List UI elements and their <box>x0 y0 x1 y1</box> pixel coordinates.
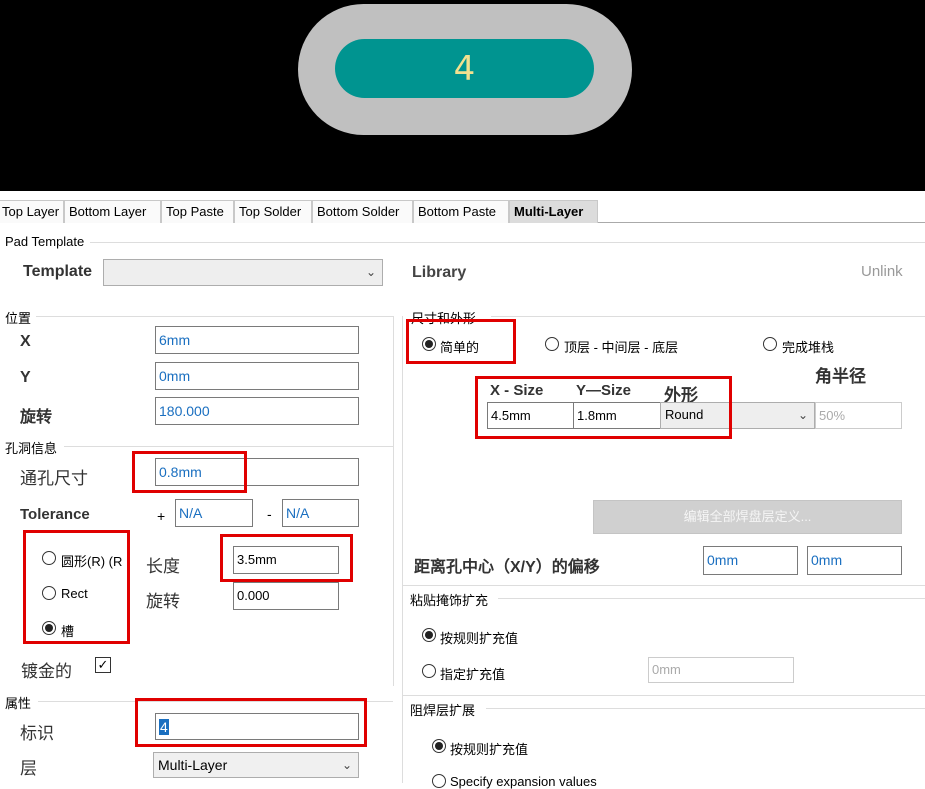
layer-tab-bar: Top Layer Bottom Layer Top Paste Top Sol… <box>0 200 925 223</box>
solder-divider <box>486 708 925 709</box>
slot-rotation-input[interactable]: 0.000 <box>233 582 339 610</box>
left-panel-border <box>393 316 394 686</box>
checkbox-icon[interactable]: ✓ <box>95 657 111 673</box>
pad-copper-shape: 4 <box>335 39 594 98</box>
position-divider <box>36 316 393 317</box>
corner-radius-label: 角半径 <box>815 367 866 386</box>
tab-top-solder[interactable]: Top Solder <box>234 200 312 223</box>
solder-specify-label: Specify expansion values <box>450 774 597 789</box>
tolerance-label: Tolerance <box>20 506 90 523</box>
position-group-title: 位置 <box>5 308 36 327</box>
template-select[interactable]: ⌄ <box>103 259 383 286</box>
hole-size-label: 通孔尺寸 <box>20 469 88 488</box>
pad-template-group-title: Pad Template <box>5 234 89 249</box>
paste-specify-radio[interactable] <box>422 664 436 678</box>
chevron-down-icon: ⌄ <box>797 408 808 422</box>
size-shape-highlight <box>475 376 732 439</box>
hole-size-highlight <box>132 451 247 493</box>
unlink-button[interactable]: Unlink <box>861 263 903 280</box>
library-label: Library <box>412 264 467 281</box>
plated-label: 镀金的 <box>21 662 72 681</box>
rotation-label: 旋转 <box>20 409 53 426</box>
mode-simple-highlight <box>406 319 516 364</box>
pad-template-divider <box>90 242 925 243</box>
designator-highlight <box>135 698 367 747</box>
tab-multi-layer[interactable]: Multi-Layer <box>509 200 598 223</box>
paste-value-input[interactable]: 0mm <box>648 657 794 683</box>
paste-group-title: 粘贴掩饰扩充 <box>410 590 493 609</box>
corner-radius-input[interactable]: 50% <box>815 402 902 429</box>
hole-offset-x-input[interactable]: 0mm <box>703 546 798 575</box>
hole-divider <box>64 446 393 447</box>
properties-group-title: 属性 <box>5 693 36 712</box>
pad-designator-label: 4 <box>453 48 476 89</box>
tab-top-layer[interactable]: Top Layer <box>0 200 64 223</box>
tab-bottom-layer[interactable]: Bottom Layer <box>64 200 161 223</box>
layer-select[interactable]: Multi-Layer ⌄ <box>153 752 359 778</box>
slot-length-label: 长度 <box>146 557 180 576</box>
mode-tmb-radio[interactable] <box>545 337 559 351</box>
solder-specify-radio[interactable] <box>432 774 446 788</box>
rotation-input[interactable]: 180.000 <box>155 397 359 425</box>
tolerance-minus-input[interactable]: N/A <box>282 499 359 527</box>
position-y-input[interactable]: 0mm <box>155 362 359 390</box>
mode-full-stack-radio[interactable] <box>763 337 777 351</box>
solder-by-rule-radio[interactable] <box>432 739 446 753</box>
layer-label: 层 <box>20 759 37 778</box>
tab-bottom-solder[interactable]: Bottom Solder <box>312 200 413 223</box>
slot-rotation-label: 旋转 <box>146 592 180 611</box>
solder-by-rule-label: 按规则扩充值 <box>450 742 529 757</box>
paste-by-rule-label: 按规则扩充值 <box>440 631 519 646</box>
tab-bottom-paste[interactable]: Bottom Paste <box>413 200 509 223</box>
pad-preview-canvas[interactable]: 4 <box>0 0 925 191</box>
position-x-label: X <box>20 333 31 350</box>
solder-top-border <box>402 695 925 696</box>
size-shape-divider <box>491 316 925 317</box>
paste-divider <box>498 598 925 599</box>
paste-specify-label: 指定扩充值 <box>440 667 506 682</box>
edit-all-pad-layers-button[interactable]: 编辑全部焊盘层定义... <box>593 500 902 534</box>
paste-by-rule-radio[interactable] <box>422 628 436 642</box>
right-panel-border <box>402 316 403 783</box>
layer-select-value: Multi-Layer <box>158 757 228 773</box>
hole-offset-label: 距离孔中心（X/Y）的偏移 <box>414 559 600 576</box>
solder-group-title: 阻焊层扩展 <box>410 700 480 719</box>
chevron-down-icon: ⌄ <box>365 265 376 279</box>
hole-group-title: 孔洞信息 <box>5 438 62 457</box>
chevron-down-icon: ⌄ <box>341 758 352 772</box>
position-x-input[interactable]: 6mm <box>155 326 359 354</box>
mode-full-stack-label: 完成堆栈 <box>782 340 835 355</box>
template-label: Template <box>23 263 93 280</box>
tab-top-paste[interactable]: Top Paste <box>161 200 234 223</box>
slot-length-highlight <box>220 534 353 582</box>
position-y-label: Y <box>20 369 31 386</box>
designator-label: 标识 <box>20 724 54 743</box>
tolerance-plus-input[interactable]: N/A <box>175 499 253 527</box>
tolerance-plus-sign: + <box>157 508 166 524</box>
hole-offset-y-input[interactable]: 0mm <box>807 546 902 575</box>
paste-top-border <box>402 585 925 586</box>
hole-shape-highlight <box>23 530 130 644</box>
mode-tmb-label: 顶层 - 中间层 - 底层 <box>564 340 679 355</box>
tolerance-minus-sign: - <box>267 506 272 522</box>
